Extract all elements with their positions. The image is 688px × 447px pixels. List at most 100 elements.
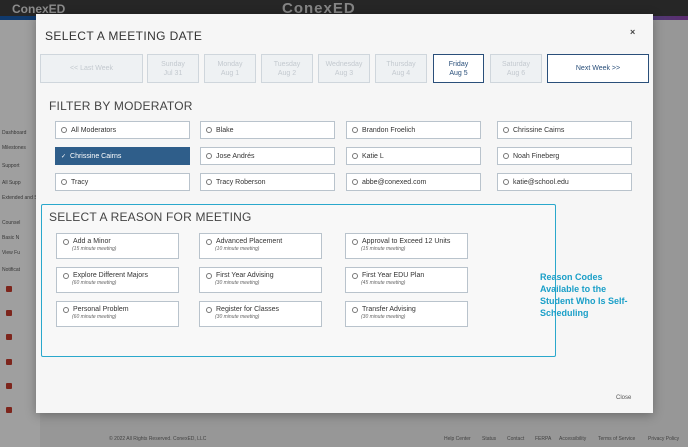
date-day-label: Sunday xyxy=(161,60,185,68)
reason-option[interactable]: First Year EDU Plan (45 minute meeting) xyxy=(345,267,468,293)
reason-label: First Year EDU Plan xyxy=(362,272,425,279)
reason-option[interactable]: Register for Classes (30 minute meeting) xyxy=(199,301,322,327)
reason-duration: (45 minute meeting) xyxy=(361,280,406,286)
radio-icon xyxy=(206,272,212,279)
date-day-label: Tuesday xyxy=(273,60,301,68)
reason-duration: (30 minute meeting) xyxy=(215,280,260,286)
date-day-label: Saturday xyxy=(501,60,531,68)
reason-label: Transfer Advising xyxy=(362,306,416,313)
reason-label: Register for Classes xyxy=(216,306,280,313)
reason-option[interactable]: First Year Advising (30 minute meeting) xyxy=(199,267,322,293)
next-week-button[interactable]: Next Week >> xyxy=(547,54,649,83)
date-label: Aug 5 xyxy=(449,69,468,77)
radio-icon xyxy=(206,153,212,159)
radio-icon xyxy=(503,179,509,185)
date-label: Aug 3 xyxy=(334,69,354,77)
radio-icon xyxy=(352,272,358,279)
date-day-label: Thursday xyxy=(386,60,416,68)
reason-label: Explore Different Majors xyxy=(73,272,148,279)
moderator-option[interactable]: Tracy Roberson xyxy=(200,173,335,191)
reason-duration: (60 minute meeting) xyxy=(72,314,117,320)
moderator-option[interactable]: Chrissine Cairns xyxy=(497,121,632,139)
moderator-label: Tracy Roberson xyxy=(216,178,266,186)
moderator-label: katie@school.edu xyxy=(513,178,569,186)
moderator-label: Noah Fineberg xyxy=(513,152,560,160)
moderator-option[interactable]: Tracy xyxy=(55,173,190,191)
reason-option[interactable]: Transfer Advising (30 minute meeting) xyxy=(345,301,468,327)
date-label: Jul 31 xyxy=(163,69,183,77)
reason-section: SELECT A REASON FOR MEETING Add a Minor(… xyxy=(41,204,556,357)
moderator-label: abbe@conexed.com xyxy=(362,178,427,186)
modal-title: SELECT A MEETING DATE xyxy=(45,29,203,43)
reason-label: Approval to Exceed 12 Units xyxy=(362,238,451,245)
date-label: Aug 4 xyxy=(391,69,411,77)
reason-label: Personal Problem xyxy=(73,306,129,313)
date-day-label: Wednesday xyxy=(325,60,363,68)
moderator-option[interactable]: abbe@conexed.com xyxy=(346,173,481,191)
date-day-label: Monday xyxy=(217,60,243,68)
moderator-option[interactable]: Noah Fineberg xyxy=(497,147,632,165)
reason-option[interactable]: Add a Minor (15 minute meeting) xyxy=(56,233,179,259)
moderator-option[interactable]: Katie L xyxy=(346,147,481,165)
reason-duration: (15 minute meeting) xyxy=(72,246,117,252)
radio-icon xyxy=(352,179,358,185)
radio-icon xyxy=(61,127,67,133)
radio-icon xyxy=(206,179,212,185)
date-thursday[interactable]: Thursday Aug 4 xyxy=(375,54,427,83)
moderator-option-selected[interactable]: ✓ Chrissine Cairns xyxy=(55,147,190,165)
moderator-option[interactable]: Blake xyxy=(200,121,335,139)
radio-icon xyxy=(352,238,358,245)
date-monday[interactable]: Monday Aug 1 xyxy=(204,54,256,83)
date-day-label: Friday xyxy=(448,60,469,68)
date-friday[interactable]: Friday Aug 5 xyxy=(433,54,484,83)
reason-option[interactable]: Explore Different Majors (60 minute meeti… xyxy=(56,267,179,293)
moderator-option[interactable]: Brandon Froelich xyxy=(346,121,481,139)
date-sunday[interactable]: Sunday Jul 31 xyxy=(147,54,199,83)
moderator-label: Chrissine Cairns xyxy=(513,126,565,134)
moderator-label: Brandon Froelich xyxy=(362,126,416,134)
radio-icon xyxy=(63,272,69,279)
reason-codes-callout: Reason Codes Available to the Student Wh… xyxy=(540,272,628,318)
radio-icon xyxy=(503,127,509,133)
moderator-label: Chrissine Cairns xyxy=(70,152,122,160)
reason-option[interactable]: Personal Problem (60 minute meeting) xyxy=(56,301,179,327)
date-label: Aug 6 xyxy=(506,69,526,77)
check-icon: ✓ xyxy=(61,153,67,160)
reason-duration: (10 minute meeting) xyxy=(215,246,260,252)
reason-option[interactable]: Advanced Placement (10 minute meeting) xyxy=(199,233,322,259)
date-saturday[interactable]: Saturday Aug 6 xyxy=(490,54,542,83)
radio-icon xyxy=(206,127,212,133)
moderator-label: All Moderators xyxy=(71,126,117,134)
reason-option[interactable]: Approval to Exceed 12 Units (15 minute me… xyxy=(345,233,468,259)
reason-label: Advanced Placement xyxy=(216,238,283,245)
radio-icon xyxy=(503,153,509,159)
radio-icon xyxy=(63,306,69,313)
close-button[interactable]: Close xyxy=(616,395,631,401)
date-tuesday[interactable]: Tuesday Aug 2 xyxy=(261,54,313,83)
reason-section-title: SELECT A REASON FOR MEETING xyxy=(49,210,252,224)
date-wednesday[interactable]: Wednesday Aug 3 xyxy=(318,54,370,83)
meeting-date-modal: SELECT A MEETING DATE × << Last Week Sun… xyxy=(36,14,653,413)
moderator-label: Jose Andrés xyxy=(216,152,255,160)
radio-icon xyxy=(206,238,212,245)
reason-duration: (30 minute meeting) xyxy=(215,314,260,320)
close-icon[interactable]: × xyxy=(630,27,635,37)
radio-icon xyxy=(61,179,67,185)
reason-duration: (15 minute meeting) xyxy=(361,246,406,252)
reason-label: First Year Advising xyxy=(216,272,274,279)
moderator-option[interactable]: Jose Andrés xyxy=(200,147,335,165)
moderator-label: Katie L xyxy=(362,152,384,160)
moderator-option[interactable]: All Moderators xyxy=(55,121,190,139)
moderator-label: Blake xyxy=(216,126,234,134)
last-week-button[interactable]: << Last Week xyxy=(40,54,143,83)
moderator-option[interactable]: katie@school.edu xyxy=(497,173,632,191)
radio-icon xyxy=(352,153,358,159)
date-label: Aug 1 xyxy=(220,69,240,77)
reason-label: Add a Minor xyxy=(73,238,111,245)
radio-icon xyxy=(63,238,69,245)
radio-icon xyxy=(206,306,212,313)
moderator-section-title: FILTER BY MODERATOR xyxy=(49,99,193,113)
moderator-label: Tracy xyxy=(71,178,89,186)
last-week-label: << Last Week xyxy=(69,65,114,72)
date-label: Aug 2 xyxy=(277,69,297,77)
